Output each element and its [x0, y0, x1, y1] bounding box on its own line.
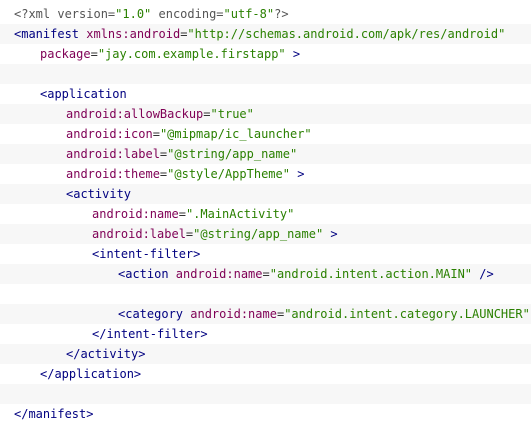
code-line: <application	[0, 84, 531, 104]
code-token: android:label	[92, 227, 186, 241]
code-token: <application	[40, 87, 127, 101]
code-line: android:label="@string/app_name" >	[0, 224, 531, 244]
code-line: </application>	[0, 364, 531, 384]
code-line: <category android:name="android.intent.c…	[0, 304, 531, 324]
code-token: android:icon	[66, 127, 153, 141]
code-token: <?xml version=	[14, 7, 116, 21]
code-token: "@mipmap/ic_launcher"	[159, 127, 312, 141]
code-token: ?>	[274, 7, 289, 21]
code-token: "1.0"	[115, 7, 152, 21]
code-token: "@string/app_name"	[167, 147, 298, 161]
code-line: <action android:name="android.intent.act…	[0, 264, 531, 284]
code-line: </activity>	[0, 344, 531, 364]
code-token: "utf-8"	[223, 7, 275, 21]
code-token: android:name	[183, 307, 277, 321]
code-token: android:allowBackup	[66, 107, 204, 121]
code-token: "true"	[210, 107, 254, 121]
code-token: <manifest	[14, 27, 80, 41]
code-token: "@style/AppTheme"	[167, 167, 290, 181]
code-token: "android.intent.category.LAUNCHER"	[284, 307, 530, 321]
code-block: <?xml version="1.0" encoding="utf-8"?> <m…	[0, 0, 531, 422]
code-line: package="jay.com.example.firstapp" >	[0, 44, 531, 64]
code-line: </intent-filter>	[0, 324, 531, 344]
code-token: android:theme	[66, 167, 160, 181]
code-token: <intent-filter>	[92, 247, 201, 261]
code-token: encoding=	[151, 7, 224, 21]
code-token: >	[285, 47, 301, 61]
code-token: android:label	[66, 147, 160, 161]
code-line: <intent-filter>	[0, 244, 531, 264]
code-line: <activity	[0, 184, 531, 204]
code-token: package	[40, 47, 91, 61]
code-token: "jay.com.example.firstapp"	[97, 47, 286, 61]
code-token: </application>	[40, 367, 142, 381]
code-token: <activity	[66, 187, 132, 201]
code-token: </intent-filter>	[92, 327, 208, 341]
code-line: </manifest>	[0, 404, 531, 422]
code-token: android:name	[92, 207, 179, 221]
code-token: "android.intent.action.MAIN"	[269, 267, 473, 281]
code-token: </activity>	[66, 347, 146, 361]
code-line	[0, 64, 531, 84]
code-line: android:name=".MainActivity"	[0, 204, 531, 224]
code-line	[0, 384, 531, 404]
code-token: "@string/app_name"	[193, 227, 324, 241]
code-token: =	[152, 127, 160, 141]
code-line: <?xml version="1.0" encoding="utf-8"?>	[0, 4, 531, 24]
code-token: "http://schemas.android.com/apk/res/andr…	[187, 27, 506, 41]
code-line: android:theme="@style/AppTheme" >	[0, 164, 531, 184]
code-line: android:label="@string/app_name"	[0, 144, 531, 164]
code-token: />	[472, 267, 494, 281]
code-line: <manifest xmlns:android="http://schemas.…	[0, 24, 531, 44]
code-token: </manifest>	[14, 407, 94, 421]
code-token: =	[262, 267, 270, 281]
code-token: ".MainActivity"	[185, 207, 295, 221]
code-token: =	[203, 107, 211, 121]
code-token: <category	[118, 307, 184, 321]
code-line: android:allowBackup="true"	[0, 104, 531, 124]
code-token: <action	[118, 267, 169, 281]
code-token: xmlns:android	[79, 27, 181, 41]
code-token: >	[289, 167, 305, 181]
code-token: =	[90, 47, 98, 61]
code-token: >	[323, 227, 338, 241]
code-token: android:name	[168, 267, 263, 281]
code-line: android:icon="@mipmap/ic_launcher"	[0, 124, 531, 144]
code-token: =	[178, 207, 186, 221]
